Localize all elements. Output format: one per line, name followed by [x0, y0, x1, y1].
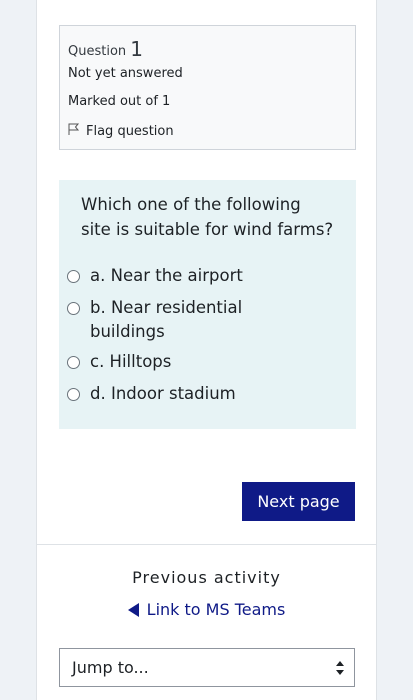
- flag-question-toggle[interactable]: Flag question: [68, 123, 174, 139]
- question-marks: Marked out of 1: [68, 94, 171, 109]
- question-number-value: 1: [130, 37, 144, 61]
- answer-label: d. Indoor stadium: [90, 384, 236, 403]
- answer-option-b[interactable]: b. Near residential buildings: [67, 296, 255, 344]
- question-number: Question 1: [68, 36, 144, 61]
- select-arrows-icon: [336, 660, 344, 675]
- jump-to-select[interactable]: Jump to...: [59, 648, 355, 687]
- flag-question-label: Flag question: [86, 123, 174, 139]
- answer-option-a[interactable]: a. Near the airport: [67, 264, 260, 288]
- jump-to-value: Jump to...: [72, 658, 149, 677]
- previous-activity-link[interactable]: Link to MS Teams: [37, 600, 376, 619]
- answer-label: b. Near residential buildings: [90, 298, 243, 341]
- flag-icon: [68, 123, 80, 139]
- radio-a[interactable]: [67, 270, 80, 283]
- next-page-button[interactable]: Next page: [242, 482, 355, 521]
- divider: [37, 544, 376, 545]
- left-triangle-icon: [127, 602, 139, 617]
- radio-b[interactable]: [67, 302, 80, 315]
- question-label: Question: [68, 44, 127, 59]
- question-info-box: Question 1 Not yet answered Marked out o…: [59, 25, 356, 150]
- question-status: Not yet answered: [68, 66, 183, 81]
- answer-label: c. Hilltops: [90, 352, 172, 371]
- radio-d[interactable]: [67, 388, 80, 401]
- radio-c[interactable]: [67, 356, 80, 369]
- previous-activity-heading: Previous activity: [132, 568, 281, 587]
- answer-option-d[interactable]: d. Indoor stadium: [67, 382, 260, 406]
- answer-label: a. Near the airport: [90, 266, 243, 285]
- previous-activity-link-label: Link to MS Teams: [146, 600, 286, 619]
- quiz-page: Question 1 Not yet answered Marked out o…: [36, 0, 377, 700]
- question-prompt: Which one of the following site is suita…: [81, 195, 334, 239]
- answer-option-c[interactable]: c. Hilltops: [67, 350, 260, 374]
